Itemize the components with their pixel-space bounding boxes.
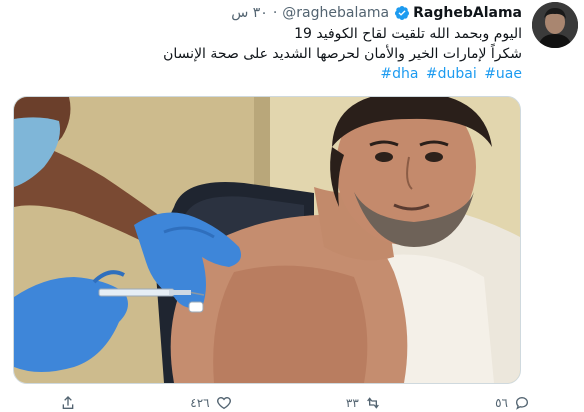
tweet-actions: ٤٢٦ ٣٣ ٥٦ <box>60 394 530 412</box>
hashtag-uae[interactable]: #uae <box>484 66 522 82</box>
tweet-header: RaghebAlama @raghebalama · ٣٠ س <box>231 3 522 23</box>
retweet-button[interactable]: ٣٣ <box>346 395 381 411</box>
tweet-text-line-1: اليوم وبحمد الله تلقيت لقاح الكوفيد 19 <box>294 26 522 42</box>
hashtag-dubai[interactable]: #dubai <box>426 66 477 82</box>
retweet-icon <box>366 397 379 409</box>
like-button[interactable]: ٤٢٦ <box>190 395 231 411</box>
hashtag-dha[interactable]: #dha <box>380 66 418 82</box>
reply-count: ٥٦ <box>495 396 508 410</box>
hashtag-row: #dha #dubai #uae <box>22 64 522 84</box>
tweet-photo[interactable] <box>13 96 521 384</box>
like-icon <box>216 396 231 410</box>
tweet-text: اليوم وبحمد الله تلقيت لقاح الكوفيد 19 ش… <box>22 24 522 84</box>
reply-icon <box>515 396 528 410</box>
timestamp[interactable]: ٣٠ س <box>231 5 268 21</box>
handle[interactable]: @raghebalama <box>282 5 389 21</box>
tweet-text-line-2: شكراً لإمارات الخير والأمان لحرصها الشدي… <box>163 46 522 62</box>
share-icon <box>62 396 74 409</box>
retweet-count: ٣٣ <box>345 396 359 410</box>
tweet[interactable]: RaghebAlama @raghebalama · ٣٠ س اليوم وب… <box>0 0 584 412</box>
like-count: ٤٢٦ <box>190 396 210 410</box>
avatar[interactable] <box>532 2 578 48</box>
display-name[interactable]: RaghebAlama <box>413 5 522 21</box>
share-button[interactable] <box>60 395 76 411</box>
separator-dot: · <box>272 5 278 21</box>
verified-badge-icon <box>395 6 410 20</box>
reply-button[interactable]: ٥٦ <box>495 395 530 411</box>
